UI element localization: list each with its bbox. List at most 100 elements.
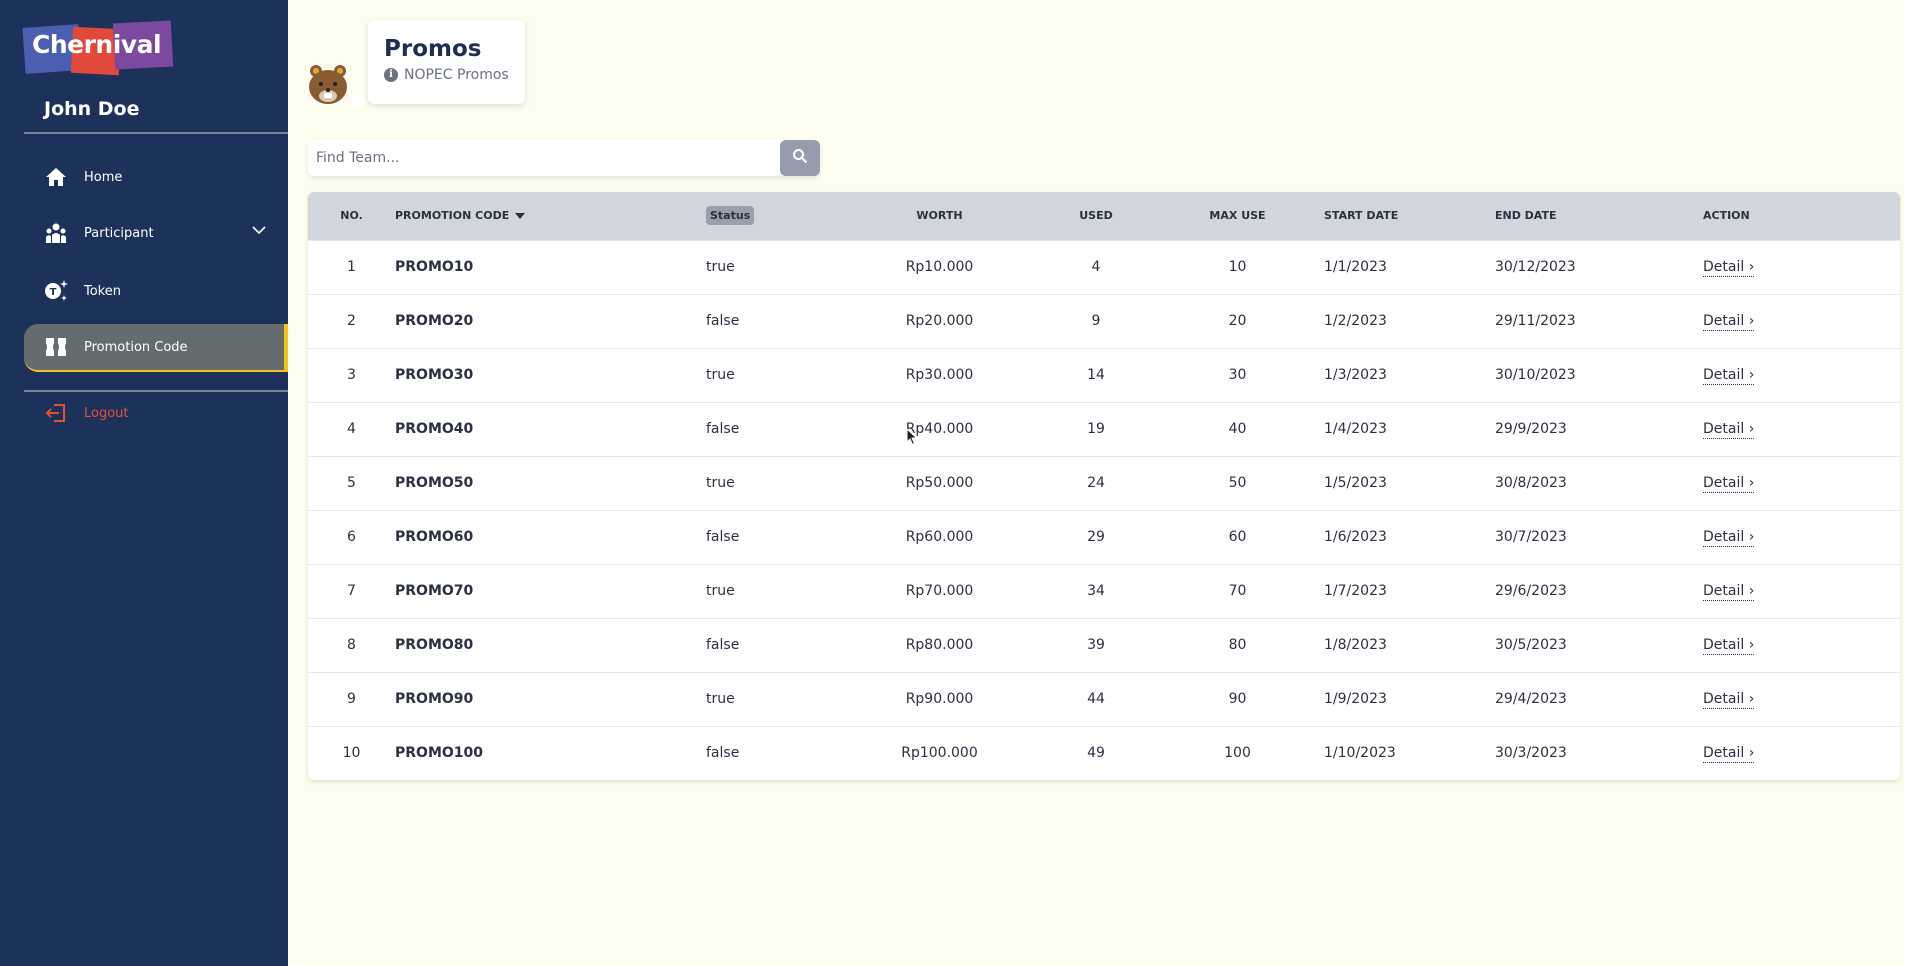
table-row: 5 PROMO50 true Rp50.000 24 50 1/5/2023 30/8/202… (308, 455, 1900, 510)
status-header-label: Status (706, 206, 755, 226)
cell-end-date: 29/6/2023 (1495, 563, 1703, 618)
avatar-status-dot (352, 96, 364, 108)
avatar[interactable] (306, 62, 350, 106)
cell-worth: Rp50.000 (866, 455, 1013, 510)
cell-worth: Rp20.000 (866, 293, 1013, 348)
cell-no: 7 (308, 563, 395, 618)
detail-link[interactable]: Detail › (1703, 745, 1755, 764)
cell-start-date: 1/9/2023 (1296, 671, 1495, 726)
table-row: 7 PROMO70 true Rp70.000 34 70 1/7/2023 29/6/202… (308, 563, 1900, 618)
cell-status: false (706, 725, 866, 780)
cell-end-date: 30/7/2023 (1495, 509, 1703, 564)
col-header-status[interactable]: Status (706, 192, 866, 240)
cell-used: 9 (1013, 293, 1179, 348)
detail-link[interactable]: Detail › (1703, 313, 1755, 331)
detail-link[interactable]: Detail › (1703, 583, 1755, 601)
col-header-used: USED (1079, 209, 1113, 223)
col-header-worth: WORTH (916, 209, 963, 223)
cell-end-date: 30/5/2023 (1495, 617, 1703, 672)
cell-status: false (706, 509, 866, 564)
logout-label: Logout (84, 405, 129, 421)
cell-worth: Rp70.000 (866, 563, 1013, 618)
cell-start-date: 1/2/2023 (1296, 293, 1495, 348)
cell-status: false (706, 617, 866, 672)
cell-start-date: 1/5/2023 (1296, 455, 1495, 510)
sidebar-item-label: Promotion Code (84, 339, 188, 355)
col-header-max-use: MAX USE (1209, 209, 1266, 223)
cell-used: 19 (1013, 401, 1179, 456)
detail-link[interactable]: Detail › (1703, 691, 1755, 709)
users-icon (44, 221, 68, 245)
cell-used: 4 (1013, 239, 1179, 294)
col-header-end-date: END DATE (1495, 209, 1557, 223)
cell-max-use: 10 (1179, 239, 1296, 294)
cell-worth: Rp80.000 (866, 617, 1013, 672)
col-header-code[interactable]: PROMOTION CODE (395, 192, 706, 240)
sidebar: Chernival John Doe Home Participant T To… (0, 0, 288, 966)
sort-desc-icon[interactable] (515, 213, 526, 220)
cell-max-use: 70 (1179, 563, 1296, 618)
sidebar-item-promotion-code[interactable]: Promotion Code (24, 324, 288, 372)
cell-max-use: 20 (1179, 293, 1296, 348)
cell-end-date: 29/4/2023 (1495, 671, 1703, 726)
table-row: 3 PROMO30 true Rp30.000 14 30 1/3/2023 30/10/20… (308, 347, 1900, 402)
cell-end-date: 29/11/2023 (1495, 293, 1703, 348)
col-header-start-date: START DATE (1324, 209, 1399, 223)
cell-no: 6 (308, 509, 395, 564)
detail-link[interactable]: Detail › (1703, 259, 1755, 277)
cell-end-date: 30/12/2023 (1495, 239, 1703, 294)
search-input[interactable] (308, 140, 780, 176)
cell-start-date: 1/6/2023 (1296, 509, 1495, 564)
detail-link[interactable]: Detail › (1703, 367, 1755, 385)
table-row: 1 PROMO10 true Rp10.000 4 10 1/1/2023 30/12/202… (308, 239, 1900, 294)
cell-code: PROMO10 (395, 239, 706, 294)
logout-button[interactable]: Logout (24, 389, 288, 437)
detail-link[interactable]: Detail › (1703, 475, 1755, 493)
cell-no: 5 (308, 455, 395, 510)
cell-no: 9 (308, 671, 395, 726)
cell-max-use: 50 (1179, 455, 1296, 510)
cell-code: PROMO100 (395, 725, 706, 780)
logout-icon (44, 401, 68, 425)
sidebar-item-participant[interactable]: Participant (24, 209, 288, 257)
cell-action: Detail › (1703, 563, 1900, 618)
table-row: 8 PROMO80 false Rp80.000 39 80 1/8/2023 30/5/20… (308, 617, 1900, 672)
ticket-icon (44, 335, 68, 359)
cell-max-use: 40 (1179, 401, 1296, 456)
mouse-cursor (906, 427, 918, 450)
search-button[interactable] (780, 140, 820, 176)
page-subtitle: i NOPEC Promos (384, 67, 509, 83)
detail-link[interactable]: Detail › (1703, 637, 1755, 655)
sidebar-item-token[interactable]: T Token (24, 267, 288, 315)
sidebar-item-label: Token (84, 283, 121, 299)
cell-status: true (706, 347, 866, 402)
sidebar-item-label: Home (84, 169, 123, 185)
svg-text:T: T (50, 287, 57, 298)
cell-code: PROMO60 (395, 509, 706, 564)
detail-link[interactable]: Detail › (1703, 529, 1755, 547)
cell-start-date: 1/10/2023 (1296, 725, 1495, 780)
detail-link[interactable]: Detail › (1703, 421, 1755, 439)
cell-used: 24 (1013, 455, 1179, 510)
cell-no: 4 (308, 401, 395, 456)
cell-code: PROMO20 (395, 293, 706, 348)
logo[interactable]: Chernival (22, 20, 176, 76)
divider (24, 132, 288, 134)
col-header-action: ACTION (1703, 209, 1750, 223)
cell-used: 34 (1013, 563, 1179, 618)
cell-worth: Rp100.000 (866, 725, 1013, 780)
cell-action: Detail › (1703, 509, 1900, 564)
table-row: 2 PROMO20 false Rp20.000 9 20 1/2/2023 29/11/20… (308, 293, 1900, 348)
cell-max-use: 100 (1179, 725, 1296, 780)
cell-worth: Rp40.000 (866, 401, 1013, 456)
cell-action: Detail › (1703, 455, 1900, 510)
logo-text: Chernival (32, 30, 162, 59)
cell-max-use: 80 (1179, 617, 1296, 672)
cell-used: 44 (1013, 671, 1179, 726)
table-row: 4 PROMO40 false Rp40.000 19 40 1/4/2023 29/9/20… (308, 401, 1900, 456)
cell-start-date: 1/3/2023 (1296, 347, 1495, 402)
cell-start-date: 1/4/2023 (1296, 401, 1495, 456)
table-row: 10 PROMO100 false Rp100.000 49 100 1/10/2023 30… (308, 725, 1900, 780)
sidebar-item-home[interactable]: Home (24, 153, 288, 201)
chevron-down-icon[interactable] (252, 224, 266, 239)
